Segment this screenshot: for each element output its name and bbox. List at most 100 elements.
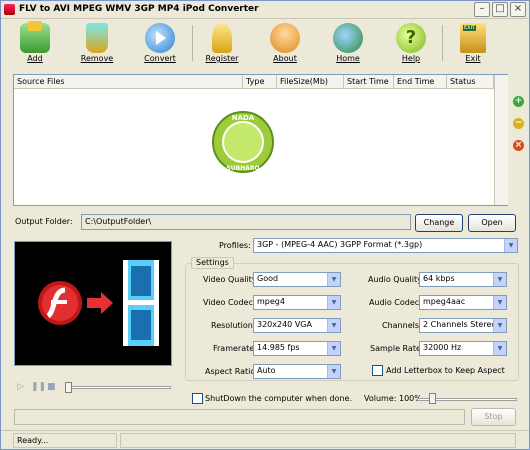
convert-icon (145, 23, 175, 53)
status-text: Ready... (13, 433, 117, 448)
stop-playback-icon[interactable]: ■ (47, 382, 56, 392)
chevron-down-icon[interactable]: ▼ (327, 273, 340, 286)
volume-slider-thumb[interactable] (429, 393, 436, 404)
audio-codec-select[interactable]: mpeg4aac ▼ (419, 295, 507, 310)
exit-label: Exit (465, 54, 481, 63)
title-bar: FLV to AVI MPEG WMV 3GP MP4 iPod Convert… (1, 1, 529, 19)
pause-icon[interactable]: ❚❚ (31, 382, 46, 392)
aspect-ratio-value: Auto (257, 366, 276, 375)
add-icon (20, 21, 50, 53)
convert-button[interactable]: Convert (136, 21, 184, 69)
clear-icon[interactable]: × (513, 140, 524, 151)
playback-slider[interactable] (65, 386, 171, 389)
status-bar: Ready... (1, 430, 529, 449)
globe-home-icon (333, 23, 363, 53)
flash-to-video-graphic (38, 260, 159, 346)
column-source-files[interactable]: Source Files (14, 75, 243, 89)
minus-icon[interactable]: − (513, 118, 524, 129)
person-icon (270, 23, 300, 53)
settings-title: Settings (191, 257, 234, 269)
close-button[interactable]: × (510, 2, 526, 17)
aspect-ratio-select[interactable]: Auto ▼ (253, 364, 341, 379)
video-quality-value: Good (257, 274, 279, 283)
sample-rate-select[interactable]: 32000 Hz ▼ (419, 341, 507, 356)
remove-button[interactable]: Remove (73, 21, 121, 69)
resolution-label: Resolution: (211, 321, 256, 330)
remove-label: Remove (80, 54, 114, 63)
video-quality-label: Video Quality: (203, 275, 259, 284)
chevron-down-icon[interactable]: ▼ (493, 273, 506, 286)
shutdown-checkbox[interactable] (192, 393, 203, 404)
column-end-time[interactable]: End Time (394, 75, 447, 89)
key-icon (212, 23, 232, 53)
about-button[interactable]: About (261, 21, 309, 69)
watermark-logo: NADA SUBHARO (212, 111, 274, 173)
channels-select[interactable]: 2 Channels Stereo ▼ (419, 318, 507, 333)
sample-rate-label: Sample Rate: (370, 344, 424, 353)
home-button[interactable]: Home (324, 21, 372, 69)
help-button[interactable]: ? Help (387, 21, 435, 69)
help-icon: ? (396, 23, 426, 53)
conversion-progress-bar (14, 409, 465, 425)
open-button[interactable]: Open (468, 214, 516, 232)
watermark-bottom-text: SUBHARO (226, 165, 259, 172)
chevron-down-icon[interactable]: ▼ (504, 239, 517, 252)
chevron-down-icon[interactable]: ▼ (493, 296, 506, 309)
sample-rate-value: 32000 Hz (423, 343, 462, 352)
register-button[interactable]: Register (198, 21, 246, 69)
chevron-down-icon[interactable]: ▼ (493, 342, 506, 355)
resolution-value: 320x240 VGA (257, 320, 312, 329)
video-codec-value: mpeg4 (257, 297, 285, 306)
letterbox-checkbox[interactable] (372, 365, 383, 376)
chevron-down-icon[interactable]: ▼ (493, 319, 506, 332)
list-scrollbar[interactable] (494, 75, 508, 205)
toolbar-separator (442, 25, 443, 61)
framerate-label: Framerate: (213, 344, 257, 353)
output-folder-label: Output Folder: (15, 217, 73, 226)
audio-quality-value: 64 kbps (423, 274, 455, 283)
status-pane (120, 433, 516, 448)
change-button[interactable]: Change (415, 214, 463, 232)
app-icon (4, 4, 15, 15)
chevron-down-icon[interactable]: ▼ (327, 342, 340, 355)
add-label: Add (27, 54, 43, 63)
window-title: FLV to AVI MPEG WMV 3GP MP4 iPod Convert… (19, 4, 259, 14)
playback-slider-thumb[interactable] (65, 382, 72, 393)
profiles-value: 3GP - (MPEG-4 AAC) 3GPP Format (*.3gp) (257, 240, 423, 249)
column-type[interactable]: Type (243, 75, 277, 89)
video-codec-select[interactable]: mpeg4 ▼ (253, 295, 341, 310)
exit-button[interactable]: EXIT Exit (449, 21, 497, 69)
column-start-time[interactable]: Start Time (344, 75, 394, 89)
toolbar-separator (192, 25, 193, 61)
video-quality-select[interactable]: Good ▼ (253, 272, 341, 287)
watermark-top-text: NADA (232, 114, 255, 122)
chevron-down-icon[interactable]: ▼ (327, 296, 340, 309)
column-filesize[interactable]: FileSize(Mb) (277, 75, 344, 89)
plus-icon[interactable]: + (513, 96, 524, 107)
audio-quality-select[interactable]: 64 kbps ▼ (419, 272, 507, 287)
file-list[interactable]: Source Files Type FileSize(Mb) Start Tim… (13, 74, 508, 206)
chevron-down-icon[interactable]: ▼ (327, 319, 340, 332)
stop-button[interactable]: Stop (471, 408, 516, 426)
chevron-down-icon[interactable]: ▼ (327, 365, 340, 378)
column-status[interactable]: Status (447, 75, 494, 89)
profiles-select[interactable]: 3GP - (MPEG-4 AAC) 3GPP Format (*.3gp) ▼ (253, 238, 518, 253)
framerate-select[interactable]: 14.985 fps ▼ (253, 341, 341, 356)
minimize-button[interactable]: – (474, 2, 490, 17)
exit-sign-text: EXIT (463, 25, 477, 31)
home-label: Home (336, 54, 360, 63)
app-window: FLV to AVI MPEG WMV 3GP MP4 iPod Convert… (0, 0, 530, 450)
toolbar: Add Remove Convert Register About Home ?… (1, 19, 529, 71)
output-folder-field[interactable]: C:\OutputFolder\ (81, 214, 411, 230)
add-button[interactable]: Add (11, 21, 59, 69)
channels-value: 2 Channels Stereo (423, 320, 497, 329)
maximize-button[interactable]: □ (492, 2, 508, 17)
exit-door-icon: EXIT (460, 23, 486, 53)
resolution-select[interactable]: 320x240 VGA ▼ (253, 318, 341, 333)
trash-icon (86, 23, 108, 53)
play-icon[interactable]: ▷ (17, 382, 24, 392)
profiles-label: Profiles: (219, 241, 251, 250)
about-label: About (273, 54, 297, 63)
help-label: Help (401, 54, 421, 63)
video-codec-label: Video Codec: (203, 298, 256, 307)
